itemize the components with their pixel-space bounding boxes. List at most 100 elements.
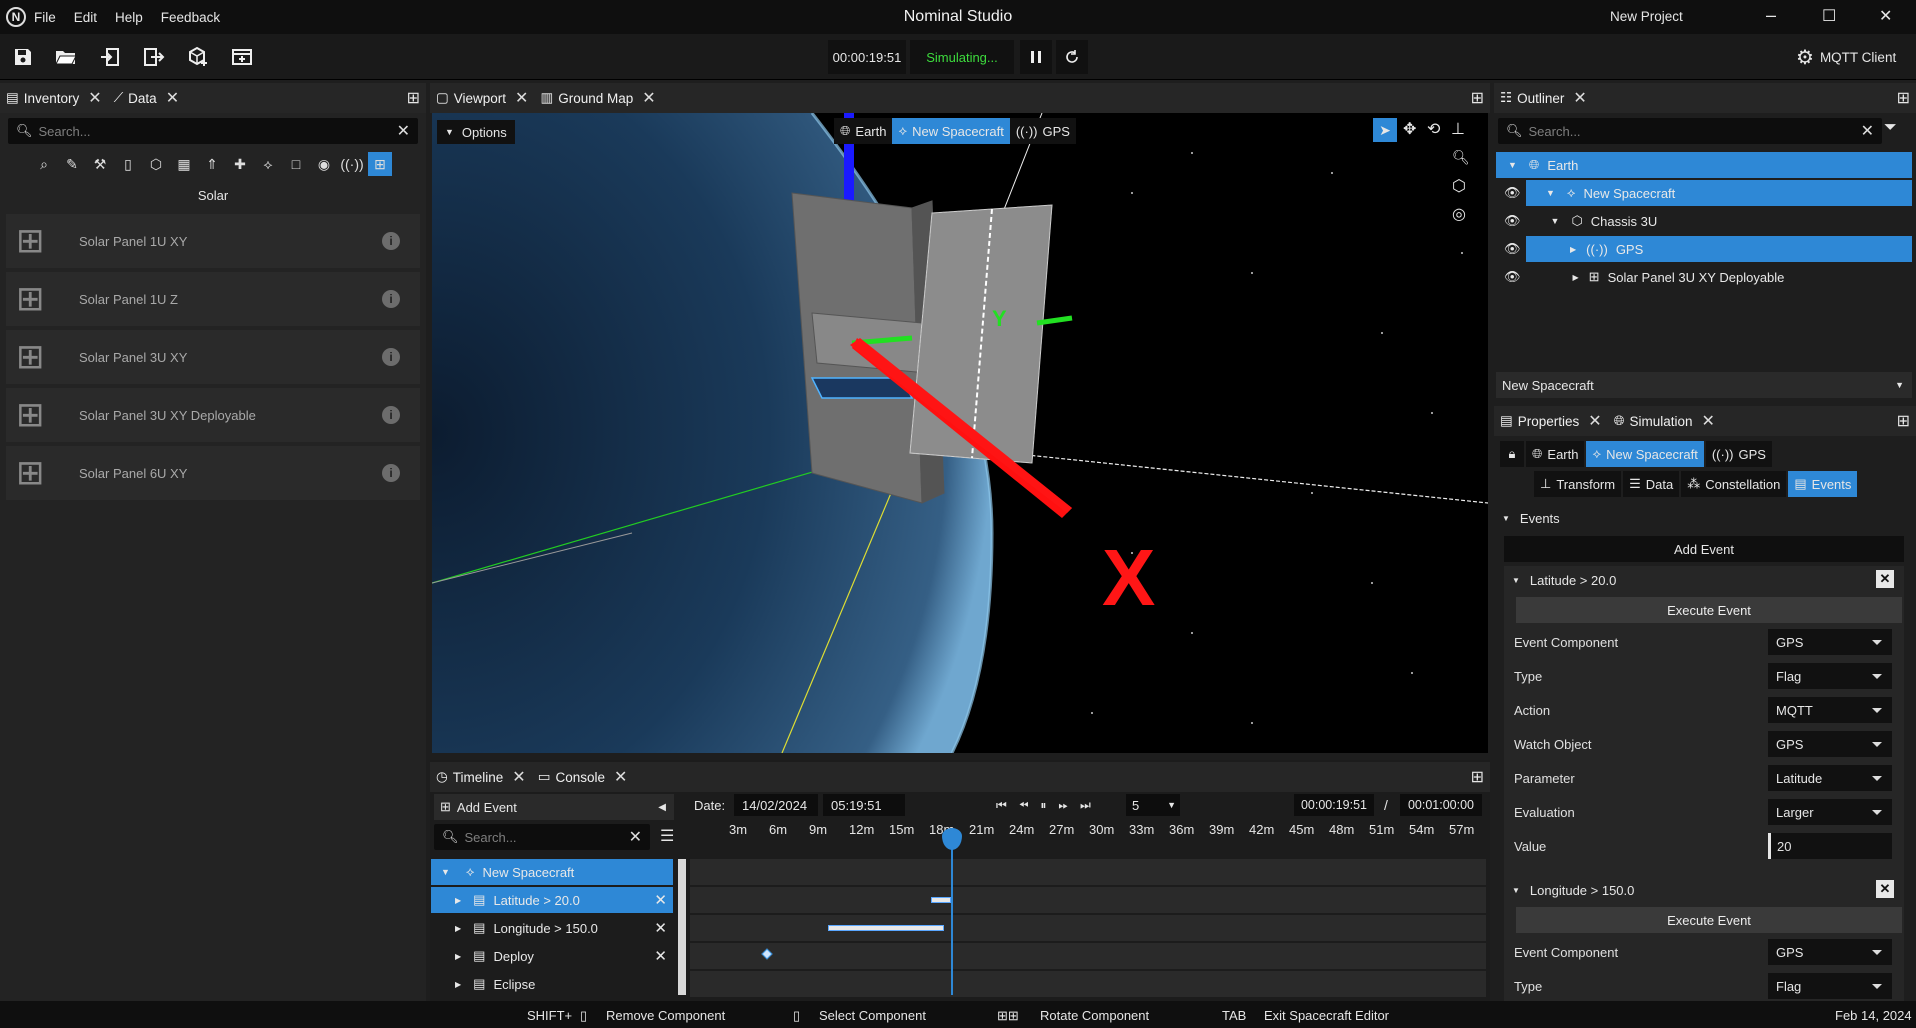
solar-panel-icon[interactable]: ⊞ [368, 152, 392, 176]
value-input[interactable]: 20 [1768, 833, 1892, 859]
eye-icon[interactable]: 👁︎ [1504, 241, 1521, 257]
tab-events[interactable]: ▤ Events [1788, 471, 1858, 497]
add-event-button[interactable]: Add Event [1504, 536, 1904, 562]
crumb-new-spacecraft[interactable]: ⟡ New Spacecraft [1586, 441, 1704, 467]
outliner-node-earth[interactable]: ▼ 🌐︎ Earth [1496, 152, 1912, 178]
info-icon[interactable]: i [382, 406, 400, 424]
tab-inventory[interactable]: ▤ Inventory ✕ [0, 83, 108, 113]
crumb-earth[interactable]: 🌐︎ Earth [834, 118, 893, 144]
tab-transform[interactable]: ⊥ Transform [1534, 471, 1622, 497]
add-tab-icon[interactable]: ⊞ [1471, 88, 1484, 108]
outliner-search-input[interactable]: 🔍︎ Search... ✕ [1498, 118, 1882, 144]
event-component-select[interactable]: GPS [1768, 939, 1892, 965]
add-tab-icon[interactable]: ⊞ [1897, 411, 1910, 431]
info-icon[interactable]: i [382, 348, 400, 366]
save-icon[interactable] [6, 40, 40, 74]
add-tab-icon[interactable]: ⊞ [1897, 88, 1910, 108]
outliner-node-gps[interactable]: 👁︎ ▶ ((·)) GPS [1496, 236, 1912, 262]
chip-icon[interactable]: ▦ [172, 152, 196, 176]
add-cube-icon[interactable] [181, 40, 215, 74]
clear-search-icon[interactable]: ✕ [629, 827, 642, 847]
close-icon[interactable]: ✕ [1588, 411, 1601, 431]
timeline-row-event[interactable]: ▶ ▤ Eclipse [431, 971, 673, 997]
outliner-node-spacecraft[interactable]: 👁︎ ▼ ⟡ New Spacecraft [1496, 180, 1912, 206]
type-select[interactable]: Flag [1768, 663, 1892, 689]
lock-icon[interactable]: 🔒︎ [1500, 441, 1524, 467]
time-field[interactable]: 05:19:51 [823, 794, 905, 816]
events-section-header[interactable]: ▼ Events [1502, 506, 1560, 530]
action-select[interactable]: MQTT [1768, 697, 1892, 723]
tab-data[interactable]: ☰ Data [1623, 471, 1680, 497]
event-header[interactable]: ▼ Latitude > 20.0 [1512, 568, 1616, 592]
eye-icon[interactable]: 👁︎ [1504, 269, 1521, 285]
tab-viewport[interactable]: ▢ Viewport ✕ [430, 83, 534, 113]
close-icon[interactable]: ✕ [614, 767, 627, 787]
close-icon[interactable]: ✕ [166, 88, 179, 108]
satellite-icon[interactable]: ⟡ [256, 152, 280, 176]
list-item[interactable]: ⊞ Solar Panel 1U Zi [6, 272, 420, 326]
add-panel-icon[interactable] [225, 40, 259, 74]
camera-icon[interactable]: ◉ [312, 152, 336, 176]
list-view-icon[interactable]: ☰ [660, 826, 674, 846]
tab-outliner[interactable]: ☷ Outliner ✕ [1494, 83, 1593, 113]
eye-icon[interactable]: 👁︎ [1504, 185, 1521, 201]
tab-ground-map[interactable]: ▥ Ground Map ✕ [534, 83, 661, 113]
square-icon[interactable]: □ [284, 152, 308, 176]
fast-forward-icon[interactable]: ⏩︎ [1058, 798, 1068, 813]
event-bar[interactable] [931, 897, 951, 903]
list-item[interactable]: ⊞ Solar Panel 3U XY Deployable i [6, 388, 420, 442]
evaluation-select[interactable]: Larger [1768, 799, 1892, 825]
close-window-button[interactable]: ✕ [1879, 6, 1892, 26]
current-time-field[interactable]: 00:00:19:51 [1294, 794, 1374, 816]
eye-icon[interactable]: 👁︎ [1504, 213, 1521, 229]
cube-view-icon[interactable]: ⬡ [1452, 176, 1466, 196]
skip-end-icon[interactable]: ⏭︎ [1080, 798, 1091, 813]
close-icon[interactable]: ✕ [1702, 411, 1715, 431]
close-icon[interactable]: ✕ [515, 88, 528, 108]
rewind-icon[interactable]: ⏪︎ [1019, 798, 1029, 813]
info-icon[interactable]: i [382, 232, 400, 250]
edit-doc-icon[interactable]: ✎ [60, 152, 84, 176]
tools-icon[interactable]: ⚒ [88, 152, 112, 176]
zoom-icon[interactable]: 🔍︎ [1452, 149, 1470, 166]
timeline-row-event[interactable]: ▶ ▤ Deploy ✕ [431, 943, 673, 969]
rotate-tool-icon[interactable]: ⟲ [1427, 119, 1440, 139]
timeline-search-input[interactable]: 🔍︎ Search... ✕ [434, 824, 650, 850]
open-folder-icon[interactable] [49, 40, 83, 74]
export-icon[interactable] [137, 40, 171, 74]
list-item[interactable]: ⊞ Solar Panel 3U XY i [6, 330, 420, 384]
parameter-select[interactable]: Latitude [1768, 765, 1892, 791]
select-tool-icon[interactable]: ➤ [1373, 118, 1397, 142]
type-select[interactable]: Flag [1768, 973, 1892, 999]
delete-event-icon[interactable]: ✕ [1876, 880, 1894, 898]
options-dropdown[interactable]: ▼ Options [437, 120, 515, 144]
cube-icon[interactable]: ⬡ [144, 152, 168, 176]
timeline-splitter[interactable] [678, 859, 686, 995]
rocket-icon[interactable]: ⇑ [200, 152, 224, 176]
date-field[interactable]: 14/02/2024 [734, 794, 818, 816]
close-icon[interactable]: ✕ [88, 88, 101, 108]
search-doc-icon[interactable]: ⌕ [32, 152, 56, 176]
event-component-select[interactable]: GPS [1768, 629, 1892, 655]
list-item[interactable]: ⊞ Solar Panel 1U XY i [6, 214, 420, 268]
total-time-field[interactable]: 00:01:00:00 [1400, 794, 1482, 816]
reset-icon[interactable] [1056, 40, 1088, 74]
timeline-add-event-button[interactable]: ⊞ Add Event ◀ [434, 794, 674, 820]
timeline-row-event[interactable]: ▶ ▤ Longitude > 150.0 ✕ [431, 915, 673, 941]
puzzle-icon[interactable]: ✚ [228, 152, 252, 176]
antenna-icon[interactable]: ((·)) [340, 152, 364, 176]
tab-properties[interactable]: ▤ Properties ✕ [1494, 406, 1608, 436]
maximize-button[interactable]: ☐ [1822, 6, 1836, 26]
menu-file[interactable]: File [34, 10, 56, 25]
mqtt-client-button[interactable]: ⚙ MQTT Client [1796, 40, 1896, 74]
focus-icon[interactable]: ◎ [1452, 204, 1466, 224]
minimize-button[interactable]: – [1766, 5, 1776, 26]
close-icon[interactable]: ✕ [642, 88, 655, 108]
pause-icon[interactable]: ⏸︎ [1040, 798, 1046, 813]
import-icon[interactable] [93, 40, 127, 74]
clear-search-icon[interactable]: ✕ [1861, 121, 1874, 141]
collapse-icon[interactable]: ◀ [658, 802, 666, 813]
close-icon[interactable]: ✕ [654, 947, 667, 965]
battery-icon[interactable]: ▯ [116, 152, 140, 176]
crumb-new-spacecraft[interactable]: ⟡ New Spacecraft [892, 118, 1010, 144]
